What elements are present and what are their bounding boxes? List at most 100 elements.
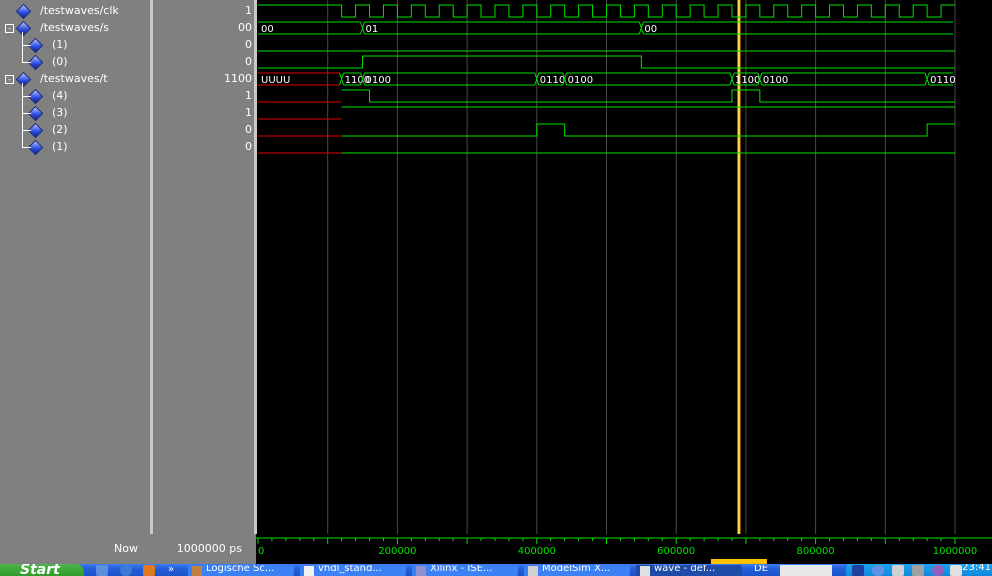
- document-icon: [304, 566, 314, 576]
- bus-value-label: 01: [366, 24, 379, 35]
- signal-diamond-icon: [15, 20, 32, 37]
- signal-value: 1: [245, 4, 252, 17]
- bus-value-label: 0100: [763, 75, 788, 86]
- task-xilinx[interactable]: Xilinx - ISE...: [412, 565, 518, 576]
- start-button[interactable]: Start: [0, 564, 84, 576]
- quicklaunch-more-icon[interactable]: »: [168, 565, 176, 576]
- signal-value-row: 0: [153, 138, 252, 155]
- signal-value-row: 00: [153, 19, 252, 36]
- app-icon: [416, 566, 426, 576]
- axis-tick-label: 800000: [797, 546, 835, 557]
- tray-icon[interactable]: [852, 565, 864, 576]
- signal-value-row: 0: [153, 36, 252, 53]
- signal-value: 0: [245, 38, 252, 51]
- tray-icon[interactable]: [932, 565, 944, 576]
- tree-connector: [22, 62, 31, 63]
- axis-tick-label: 1000000: [933, 546, 978, 557]
- bus-transition: [729, 72, 735, 86]
- bus-value-label: 00: [261, 24, 274, 35]
- bus-value-label: 0110: [930, 75, 955, 86]
- signal-waveform: [258, 4, 955, 18]
- quicklaunch-desktop-icon[interactable]: [96, 565, 108, 576]
- signal-value: 1: [245, 89, 252, 102]
- task-label: ModelSim X...: [542, 565, 611, 574]
- task-label: vhdl_stand...: [318, 565, 382, 574]
- tray-icon[interactable]: [912, 565, 924, 576]
- time-axis[interactable]: 0 200000 400000 600000 800000 1000000: [256, 534, 992, 564]
- signal-row[interactable]: /testwaves/clk: [0, 2, 150, 20]
- language-indicator[interactable]: DE: [752, 565, 776, 576]
- task-wave[interactable]: wave - def...: [636, 565, 742, 576]
- signal-value-row: 0: [153, 53, 252, 70]
- bus-value-label: UUUU: [261, 75, 290, 86]
- tray-icon[interactable]: [892, 565, 904, 576]
- bus-value-label: 0100: [366, 75, 391, 86]
- tray-icon[interactable]: [950, 565, 962, 576]
- bus-transition: [339, 72, 345, 86]
- quicklaunch-browser-icon[interactable]: [120, 565, 132, 576]
- tray-icon[interactable]: [872, 565, 884, 576]
- axis-tick-label: 0: [258, 546, 264, 557]
- signal-name: (1): [52, 38, 68, 51]
- signal-value-row: 0: [153, 121, 252, 138]
- now-value: 1000000 ps: [176, 542, 242, 555]
- signal-values-pane: 1 00 0 0 1100 1 1 0 0: [153, 0, 254, 534]
- signal-name: (4): [52, 89, 68, 102]
- signal-waveform: [341, 123, 955, 137]
- clock: 23:41: [962, 564, 991, 573]
- collapse-toggle[interactable]: -: [5, 24, 14, 33]
- tree-connector: [22, 45, 31, 46]
- signal-value: 00: [238, 21, 252, 34]
- signal-value-row: 1: [153, 104, 252, 121]
- waveform-canvas[interactable]: 00 01 00UUUU 11000100 0110 0100 1100 0100 0110: [256, 0, 992, 534]
- start-label: Start: [20, 564, 60, 576]
- bus-value-label: 00: [644, 24, 657, 35]
- bus-value-label: 0110: [540, 75, 565, 86]
- axis-tick-label: 400000: [518, 546, 556, 557]
- bus-value-label: 1100: [735, 75, 760, 86]
- system-tray: 23:41: [845, 564, 992, 576]
- taskbar-search-box[interactable]: [780, 565, 832, 576]
- tree-connector: [22, 96, 31, 97]
- bus-transition: [924, 72, 930, 86]
- collapse-toggle[interactable]: -: [5, 75, 14, 84]
- signal-value: 0: [245, 123, 252, 136]
- tree-connector: [22, 83, 23, 147]
- signal-value: 0: [245, 55, 252, 68]
- signal-value: 1100: [224, 72, 252, 85]
- task-modelsim[interactable]: ModelSim X...: [524, 565, 630, 576]
- bus-value-label: 0100: [568, 75, 593, 86]
- signal-name: /testwaves/t: [40, 72, 108, 85]
- signal-name: (3): [52, 106, 68, 119]
- signal-name: (0): [52, 55, 68, 68]
- task-vhdl[interactable]: vhdl_stand...: [300, 565, 406, 576]
- signal-name: /testwaves/s: [40, 21, 110, 34]
- now-value-cell: 1000000 ps: [153, 538, 254, 558]
- task-label: wave - def...: [654, 565, 716, 574]
- app-icon: [640, 566, 650, 576]
- axis-tick-label: 600000: [657, 546, 695, 557]
- signal-diamond-icon: [15, 3, 32, 20]
- signal-diamond-icon: [15, 71, 32, 88]
- now-label-cell: Now: [0, 538, 148, 558]
- signal-name: /testwaves/clk: [40, 4, 119, 17]
- tree-connector: [22, 130, 31, 131]
- bus-transition: [360, 21, 366, 35]
- now-label: Now: [114, 542, 138, 555]
- signal-waveform: [341, 89, 955, 103]
- quicklaunch-app-icon[interactable]: [143, 565, 155, 576]
- bus-transition: [638, 21, 644, 35]
- tree-connector: [22, 147, 31, 148]
- task-logische[interactable]: Logische Sc...: [188, 565, 294, 576]
- signal-value: 0: [245, 140, 252, 153]
- language-label: DE: [754, 565, 769, 574]
- signal-value-row: 1100: [153, 70, 252, 87]
- tree-connector: [22, 113, 31, 114]
- task-label: Xilinx - ISE...: [430, 565, 493, 574]
- axis-tick-label: 200000: [378, 546, 416, 557]
- signal-names-pane: /testwaves/clk - /testwaves/s (1) (0) - /testw…: [0, 0, 150, 534]
- task-label: Logische Sc...: [206, 565, 275, 574]
- tree-connector: [22, 32, 23, 62]
- signal-value-row: 1: [153, 2, 252, 19]
- app-icon: [192, 566, 202, 576]
